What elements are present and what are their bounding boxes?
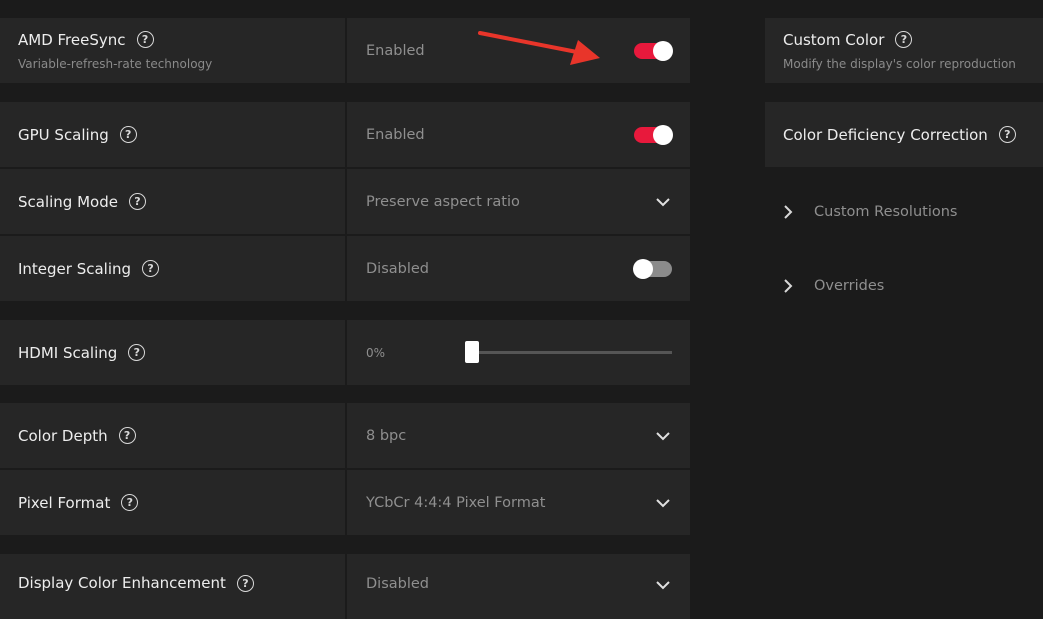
panel-label: Custom Color (783, 30, 885, 49)
setting-row-color-depth: Color Depth ? 8 bpc (0, 403, 690, 468)
panel-label: Color Deficiency Correction (783, 125, 988, 144)
setting-label: AMD FreeSync (18, 30, 126, 49)
setting-subtitle: Variable-refresh-rate technology (18, 56, 213, 71)
setting-label: Integer Scaling (18, 259, 132, 278)
expander-label: Custom Resolutions (814, 204, 958, 220)
pixel-format-dropdown[interactable]: YCbCr 4:4:4 Pixel Format (347, 470, 690, 535)
setting-value: YCbCr 4:4:4 Pixel Format (366, 494, 546, 511)
setting-label-cell: Integer Scaling ? (0, 236, 345, 301)
setting-label-cell: AMD FreeSync ? Variable-refresh-rate tec… (0, 18, 345, 83)
setting-label-cell: Color Depth ? (0, 403, 345, 468)
setting-row-scaling-mode: Scaling Mode ? Preserve aspect ratio (0, 169, 690, 234)
help-icon[interactable]: ? (119, 126, 137, 143)
chevron-down-icon (656, 197, 670, 206)
chevron-right-icon (784, 205, 793, 219)
setting-label: Color Depth (18, 426, 108, 445)
setting-row-gpu-scaling: GPU Scaling ? Enabled (0, 102, 690, 167)
gpu-scaling-toggle[interactable] (634, 124, 673, 145)
setting-value: Enabled (366, 42, 425, 59)
toggle-knob (633, 258, 653, 279)
expander-label: Overrides (814, 278, 885, 294)
setting-label: Scaling Mode (18, 192, 118, 211)
setting-label: Pixel Format (18, 493, 111, 512)
freesync-toggle[interactable] (634, 40, 673, 61)
integer-scaling-toggle[interactable] (633, 258, 672, 279)
help-icon[interactable]: ? (895, 31, 913, 48)
help-icon[interactable]: ? (128, 193, 146, 210)
setting-row-integer-scaling: Integer Scaling ? Disabled (0, 236, 690, 301)
setting-row-pixel-format: Pixel Format ? YCbCr 4:4:4 Pixel Format (0, 470, 690, 535)
setting-value: Disabled (366, 260, 429, 277)
help-icon[interactable]: ? (121, 494, 139, 511)
help-icon[interactable]: ? (128, 344, 146, 361)
setting-control-cell: Enabled (347, 102, 690, 167)
color-depth-dropdown[interactable]: 8 bpc (347, 403, 690, 468)
chevron-down-icon (656, 498, 670, 507)
setting-value: Disabled (366, 576, 429, 592)
setting-value: Enabled (366, 126, 425, 143)
setting-label-cell: HDMI Scaling ? (0, 320, 345, 385)
setting-control-cell: Disabled (347, 236, 690, 301)
setting-value: 0% (366, 345, 386, 360)
setting-label-cell: Pixel Format ? (0, 470, 345, 535)
help-icon[interactable]: ? (118, 427, 136, 444)
custom-color-panel[interactable]: Custom Color ? Modify the display's colo… (765, 18, 1043, 83)
help-icon[interactable]: ? (136, 31, 154, 48)
setting-value: 8 bpc (366, 427, 407, 444)
annotation-arrow-icon (478, 31, 600, 65)
hdmi-scaling-slider-thumb[interactable] (465, 341, 479, 363)
setting-label: HDMI Scaling (18, 343, 118, 362)
chevron-down-icon (656, 581, 670, 590)
setting-label: Display Color Enhancement (18, 574, 226, 592)
setting-label-cell: GPU Scaling ? (0, 102, 345, 167)
toggle-knob (653, 40, 673, 61)
scaling-mode-dropdown[interactable]: Preserve aspect ratio (347, 169, 690, 234)
custom-resolutions-expander[interactable]: Custom Resolutions (782, 204, 957, 220)
panel-subtitle: Modify the display's color reproduction (783, 56, 1016, 71)
hdmi-scaling-slider-track[interactable] (472, 351, 672, 354)
setting-label: GPU Scaling (18, 125, 109, 144)
help-icon[interactable]: ? (142, 260, 160, 277)
help-icon[interactable]: ? (236, 574, 254, 592)
setting-label-cell: Scaling Mode ? (0, 169, 345, 234)
chevron-right-icon (784, 279, 793, 293)
color-deficiency-correction-panel[interactable]: Color Deficiency Correction ? (765, 102, 1043, 167)
overrides-expander[interactable]: Overrides (782, 278, 884, 294)
chevron-down-icon (656, 431, 670, 440)
setting-value: Preserve aspect ratio (366, 193, 520, 210)
toggle-knob (653, 124, 673, 145)
help-icon[interactable]: ? (998, 126, 1016, 143)
